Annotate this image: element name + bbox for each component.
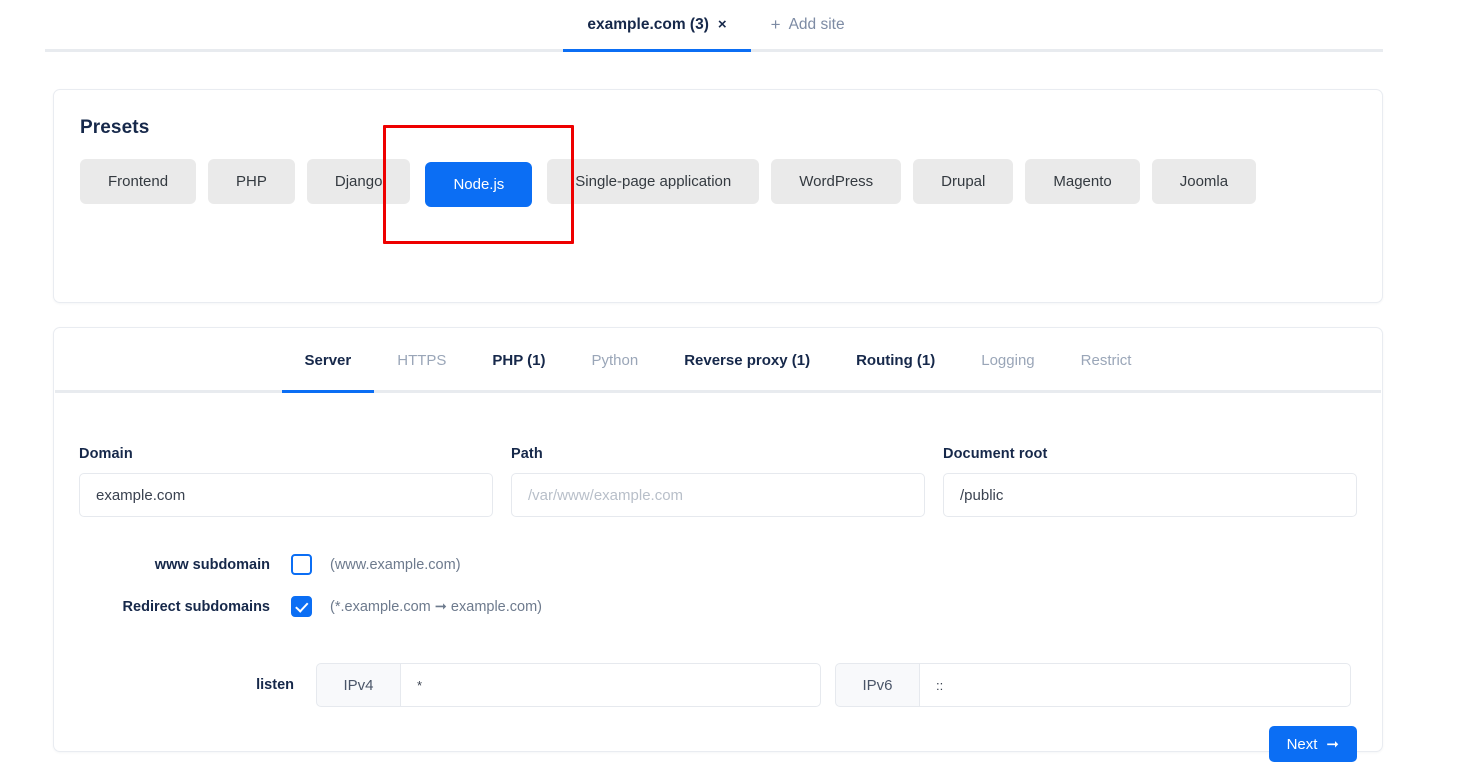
preset-button-php[interactable]: PHP — [208, 159, 295, 204]
preset-button-magento[interactable]: Magento — [1025, 159, 1140, 204]
tab-server[interactable]: Server — [281, 328, 375, 393]
domain-label: Domain — [79, 446, 133, 462]
preset-button-nodejs[interactable]: Node.js — [425, 162, 533, 207]
tab-reverse-proxy[interactable]: Reverse proxy (1) — [661, 328, 833, 393]
preset-wrap-drupal: Drupal — [913, 159, 1014, 210]
www-subdomain-checkbox[interactable] — [291, 554, 312, 575]
settings-card: Server HTTPS PHP (1) Python Reverse prox… — [53, 327, 1383, 762]
preset-wrap-frontend: Frontend — [80, 159, 197, 210]
domain-field-group: Domain example.com — [79, 446, 493, 517]
listen-ipv6-group: IPv6 :: — [835, 663, 1351, 707]
listen-ipv4-group: IPv4 * — [316, 663, 821, 707]
document-root-label: Document root — [943, 446, 1048, 462]
site-tab-example-com[interactable]: example.com (3) × — [563, 0, 751, 52]
redirect-subdomains-label: Redirect subdomains — [122, 598, 270, 615]
redirect-subdomains-row: Redirect subdomains (*.example.com ➞ exa… — [54, 596, 542, 617]
listen-label: listen — [256, 677, 294, 693]
tab-https[interactable]: HTTPS — [374, 328, 469, 393]
listen-row: listen IPv4 * IPv6 :: — [54, 663, 1357, 707]
preset-button-drupal[interactable]: Drupal — [913, 159, 1014, 204]
add-site-label: Add site — [788, 15, 845, 33]
preset-button-joomla[interactable]: Joomla — [1151, 159, 1257, 204]
plus-icon: + — [770, 15, 781, 34]
redirect-subdomains-checkbox[interactable] — [291, 596, 312, 617]
document-root-field-group: Document root /public — [943, 446, 1357, 517]
domain-input[interactable]: example.com — [79, 473, 493, 517]
preset-wrap-wordpress: WordPress — [771, 159, 902, 210]
document-root-input[interactable]: /public — [943, 473, 1357, 517]
preset-button-frontend[interactable]: Frontend — [80, 159, 197, 204]
next-button-label: Next — [1286, 735, 1318, 753]
tab-logging[interactable]: Logging — [958, 328, 1057, 393]
path-input[interactable]: /var/www/example.com — [511, 473, 925, 517]
settings-tab-bar: Server HTTPS PHP (1) Python Reverse prox… — [54, 328, 1382, 393]
www-subdomain-label: www subdomain — [154, 556, 270, 573]
tab-routing[interactable]: Routing (1) — [833, 328, 958, 393]
tab-restrict[interactable]: Restrict — [1058, 328, 1155, 393]
site-tab-bar: example.com (3) × + Add site — [45, 0, 1383, 52]
preset-wrap-php: PHP — [208, 159, 295, 210]
server-settings-form: Domain example.com Path /var/www/example… — [54, 393, 1382, 762]
path-field-group: Path /var/www/example.com — [511, 446, 925, 517]
site-tab-label: example.com (3) — [587, 15, 709, 33]
tab-php[interactable]: PHP (1) — [469, 328, 568, 393]
preset-wrap-magento: Magento — [1025, 159, 1140, 210]
close-icon[interactable]: × — [718, 17, 727, 32]
presets-card: Presets Frontend PHP Django Node.js Sing… — [53, 89, 1383, 303]
ipv6-addon-label: IPv6 — [835, 663, 919, 707]
preset-button-wordpress[interactable]: WordPress — [771, 159, 902, 204]
preset-wrap-single-page-application: Single-page application — [547, 159, 760, 210]
www-subdomain-hint: (www.example.com) — [330, 556, 461, 573]
tab-python[interactable]: Python — [568, 328, 661, 393]
top-field-row: Domain example.com Path /var/www/example… — [79, 446, 1357, 517]
ipv4-addon-label: IPv4 — [316, 663, 400, 707]
site-configuration-page: example.com (3) × + Add site Presets Fro… — [0, 0, 1463, 773]
preset-wrap-joomla: Joomla — [1151, 159, 1257, 210]
preset-button-single-page-application[interactable]: Single-page application — [547, 159, 760, 204]
www-subdomain-row: www subdomain (www.example.com) — [54, 554, 461, 575]
presets-title: Presets — [80, 117, 150, 138]
redirect-subdomains-hint: (*.example.com ➞ example.com) — [330, 598, 542, 615]
ipv4-input[interactable]: * — [400, 663, 821, 707]
arrow-right-icon: ➞ — [1326, 736, 1339, 753]
highlight-box-nodejs: Node.js — [383, 125, 575, 244]
ipv6-input[interactable]: :: — [919, 663, 1351, 707]
path-label: Path — [511, 446, 543, 462]
add-site-button[interactable]: + Add site — [751, 0, 865, 49]
presets-button-group: Frontend PHP Django Node.js Single-page … — [80, 125, 1360, 244]
next-button[interactable]: Next ➞ — [1268, 726, 1357, 762]
